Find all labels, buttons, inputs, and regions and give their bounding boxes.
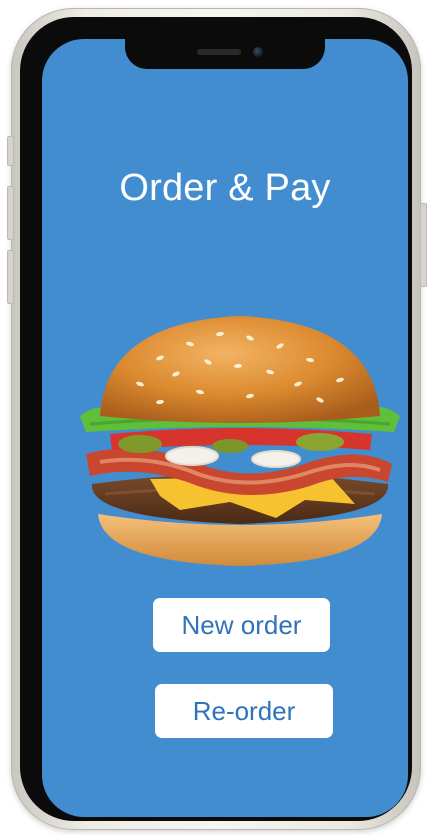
phone-bezel: Order & Pay New order Re-order: [20, 17, 412, 821]
power-button: [420, 203, 427, 287]
camera-icon: [253, 47, 263, 57]
notch: [125, 39, 325, 69]
app-screen: Order & Pay New order Re-order: [42, 39, 408, 817]
phone-frame: Order & Pay New order Re-order: [7, 8, 427, 830]
new-order-button[interactable]: New order: [153, 598, 330, 652]
speaker-grille: [197, 49, 241, 55]
mute-switch: [7, 136, 14, 166]
volume-up-button: [7, 186, 14, 240]
reorder-button[interactable]: Re-order: [155, 684, 333, 738]
volume-down-button: [7, 250, 14, 304]
page-title: Order & Pay: [119, 167, 331, 209]
hamburger-image: [80, 316, 400, 566]
